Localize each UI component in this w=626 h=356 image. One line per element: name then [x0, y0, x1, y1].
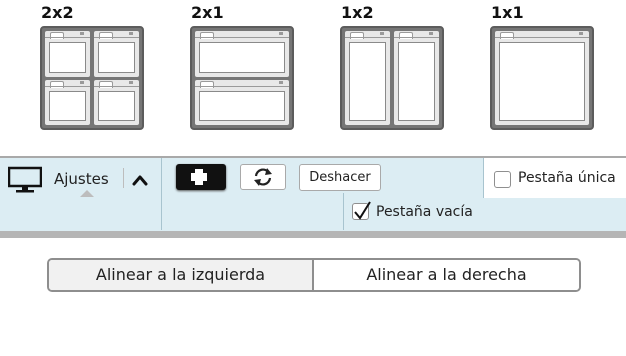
layout-pane [94, 31, 139, 77]
monitor-icon[interactable] [8, 166, 42, 194]
single-tab-label: Pestaña única [518, 170, 616, 186]
divider [123, 168, 124, 188]
layout-pane [45, 31, 90, 77]
checkmark-icon [354, 201, 371, 220]
layout-1x1-option[interactable] [490, 26, 594, 130]
layout-pane [345, 31, 390, 125]
divider [161, 158, 162, 230]
layout-1x2-option[interactable] [340, 26, 444, 130]
add-tab-button[interactable] [176, 164, 226, 190]
layout-pane [45, 80, 90, 125]
settings-tab[interactable]: Ajustes [54, 170, 109, 188]
layout-label-1x2: 1x2 [341, 3, 374, 22]
plus-icon [191, 169, 207, 185]
single-tab-checkbox[interactable] [494, 171, 511, 188]
alignment-toggle: Alinear a la izquierda Alinear a la dere… [47, 258, 581, 292]
layout-pane [195, 31, 289, 77]
align-right-button[interactable]: Alinear a la derecha [314, 260, 579, 290]
layout-pane [195, 80, 289, 125]
layout-label-1x1: 1x1 [491, 3, 524, 22]
empty-tab-checkbox[interactable] [352, 201, 371, 220]
refresh-icon [254, 168, 272, 186]
chevron-up-icon[interactable] [129, 170, 151, 190]
layout-2x1-option[interactable] [190, 26, 294, 130]
empty-tab-label: Pestaña vacía [376, 204, 473, 220]
layout-label-2x1: 2x1 [191, 3, 224, 22]
toolbar-border [0, 231, 626, 238]
layout-2x2-option[interactable] [40, 26, 144, 130]
refresh-button[interactable] [240, 164, 286, 190]
active-tab-indicator [80, 190, 94, 197]
layout-pane [495, 31, 589, 125]
undo-button[interactable]: Deshacer [299, 164, 381, 191]
align-left-button[interactable]: Alinear a la izquierda [49, 260, 314, 290]
layout-label-2x2: 2x2 [41, 3, 74, 22]
layout-pane [394, 31, 439, 125]
layout-pane [94, 80, 139, 125]
divider [343, 193, 344, 230]
